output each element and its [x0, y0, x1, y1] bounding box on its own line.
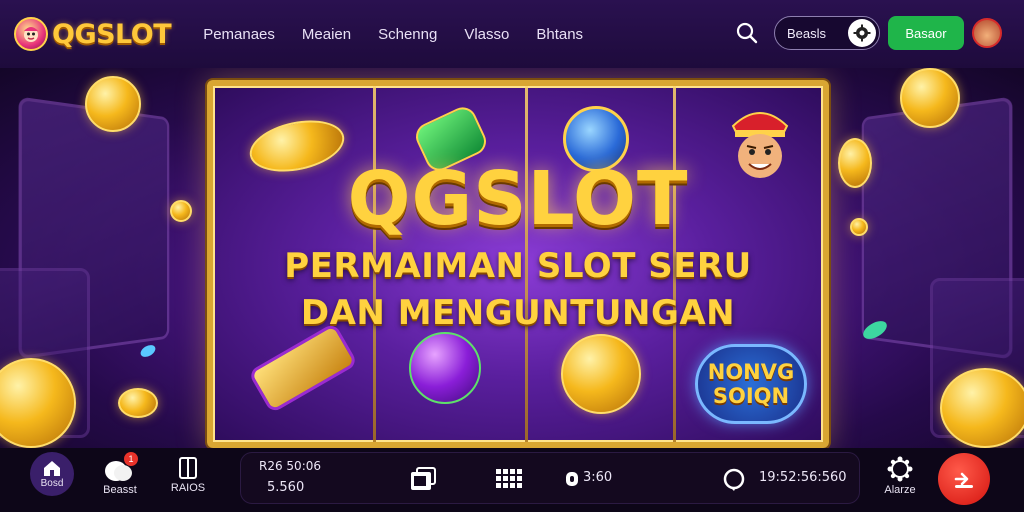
main-nav: Pemanaes Meaien Schenng Vlasso Bhtans	[203, 26, 610, 43]
gold-coin-decoration	[85, 76, 141, 132]
gold-coin-decoration	[850, 218, 868, 236]
hero-subtitle-line-2: DAN MENGUNTUNGAN	[300, 293, 736, 333]
plum-symbol	[409, 332, 481, 404]
bottom-nav-promo[interactable]: 1 Beasst	[92, 452, 148, 496]
top-bar: QGSLOT Pemanaes Meaien Schenng Vlasso Bh…	[0, 0, 1024, 68]
gold-coin-decoration	[838, 138, 872, 188]
home-button[interactable]: Bosd	[30, 452, 74, 496]
book-icon	[179, 457, 197, 479]
bottom-nav-home[interactable]: Bosd	[24, 452, 80, 496]
primary-green-button[interactable]: Basaor	[888, 16, 964, 50]
promo-notification-badge: 1	[124, 452, 138, 466]
gold-coin-decoration	[940, 368, 1024, 448]
headset-icon[interactable]	[721, 467, 747, 493]
logo-text: QGSLOT	[52, 18, 172, 50]
badge-line-1: NONVG	[707, 360, 795, 384]
account-pill-button[interactable]: Beasls	[774, 16, 880, 50]
settings-gear-icon	[848, 19, 876, 47]
grid-icon[interactable]	[496, 469, 522, 489]
status-panel: R26 50:06 5.560 3:60 19:52:56:560	[240, 452, 860, 504]
hero-banner[interactable]: QGSLOT PERMAIMAN SLOT SERU DAN MENGUNTUN…	[0, 68, 1024, 448]
copy-icon[interactable]	[409, 466, 437, 492]
nav-item-bhtans[interactable]: Bhtans	[536, 26, 583, 43]
login-icon	[954, 472, 973, 488]
nav-item-pemanaes[interactable]: Pemanaes	[203, 26, 275, 43]
user-avatar-icon[interactable]	[972, 18, 1002, 48]
book-label: RAIOS	[170, 482, 206, 494]
mascot-logo-icon	[14, 17, 48, 51]
nav-item-vlasso[interactable]: Vlasso	[464, 26, 509, 43]
balance-value: 5.560	[267, 480, 305, 495]
nav-item-schenng[interactable]: Schenng	[378, 26, 437, 43]
hero-subtitle-line-1: PERMAIMAN SLOT SERU	[284, 246, 752, 286]
gold-coin-decoration	[170, 200, 192, 222]
home-label: Bosd	[40, 478, 64, 489]
promo-label: Beasst	[103, 484, 137, 496]
home-icon	[44, 461, 60, 476]
hero-title: QGSLOT	[347, 156, 689, 242]
balance-label: R26 50:06	[259, 459, 322, 473]
bottom-nav-book[interactable]: RAIOS	[160, 456, 216, 494]
pill-label: Beasls	[787, 25, 827, 41]
coin-icon	[566, 472, 578, 486]
nav-item-meaien[interactable]: Meaien	[302, 26, 351, 43]
gift-icon: 1	[104, 452, 138, 482]
promo-badge[interactable]: NONVG SOIQN	[695, 344, 807, 424]
logo[interactable]: QGSLOT	[14, 17, 172, 51]
gold-coin-decoration	[900, 68, 960, 128]
gold-bar-symbol	[247, 322, 359, 414]
badge-line-2: SOIQN	[712, 384, 790, 408]
header-actions: Beasls Basaor	[734, 16, 1002, 50]
blue-gem-decoration	[138, 342, 158, 360]
gold-coin-symbol	[561, 334, 641, 414]
alert-label: Alarze	[884, 484, 916, 496]
gear-icon	[887, 456, 913, 482]
time-value: 19:52:56:560	[759, 470, 847, 485]
bottom-nav-alert[interactable]: Alarze	[872, 456, 928, 496]
search-icon[interactable]	[734, 20, 760, 46]
hero-slot-frame: QGSLOT PERMAIMAN SLOT SERU DAN MENGUNTUN…	[207, 80, 829, 448]
gold-coin-decoration	[118, 388, 158, 418]
bottom-bar: Bosd 1 Beasst RAIOS R26 50:06 5.560 3:60…	[0, 448, 1024, 512]
login-button[interactable]	[938, 453, 990, 505]
count-value: 3:60	[583, 470, 613, 485]
